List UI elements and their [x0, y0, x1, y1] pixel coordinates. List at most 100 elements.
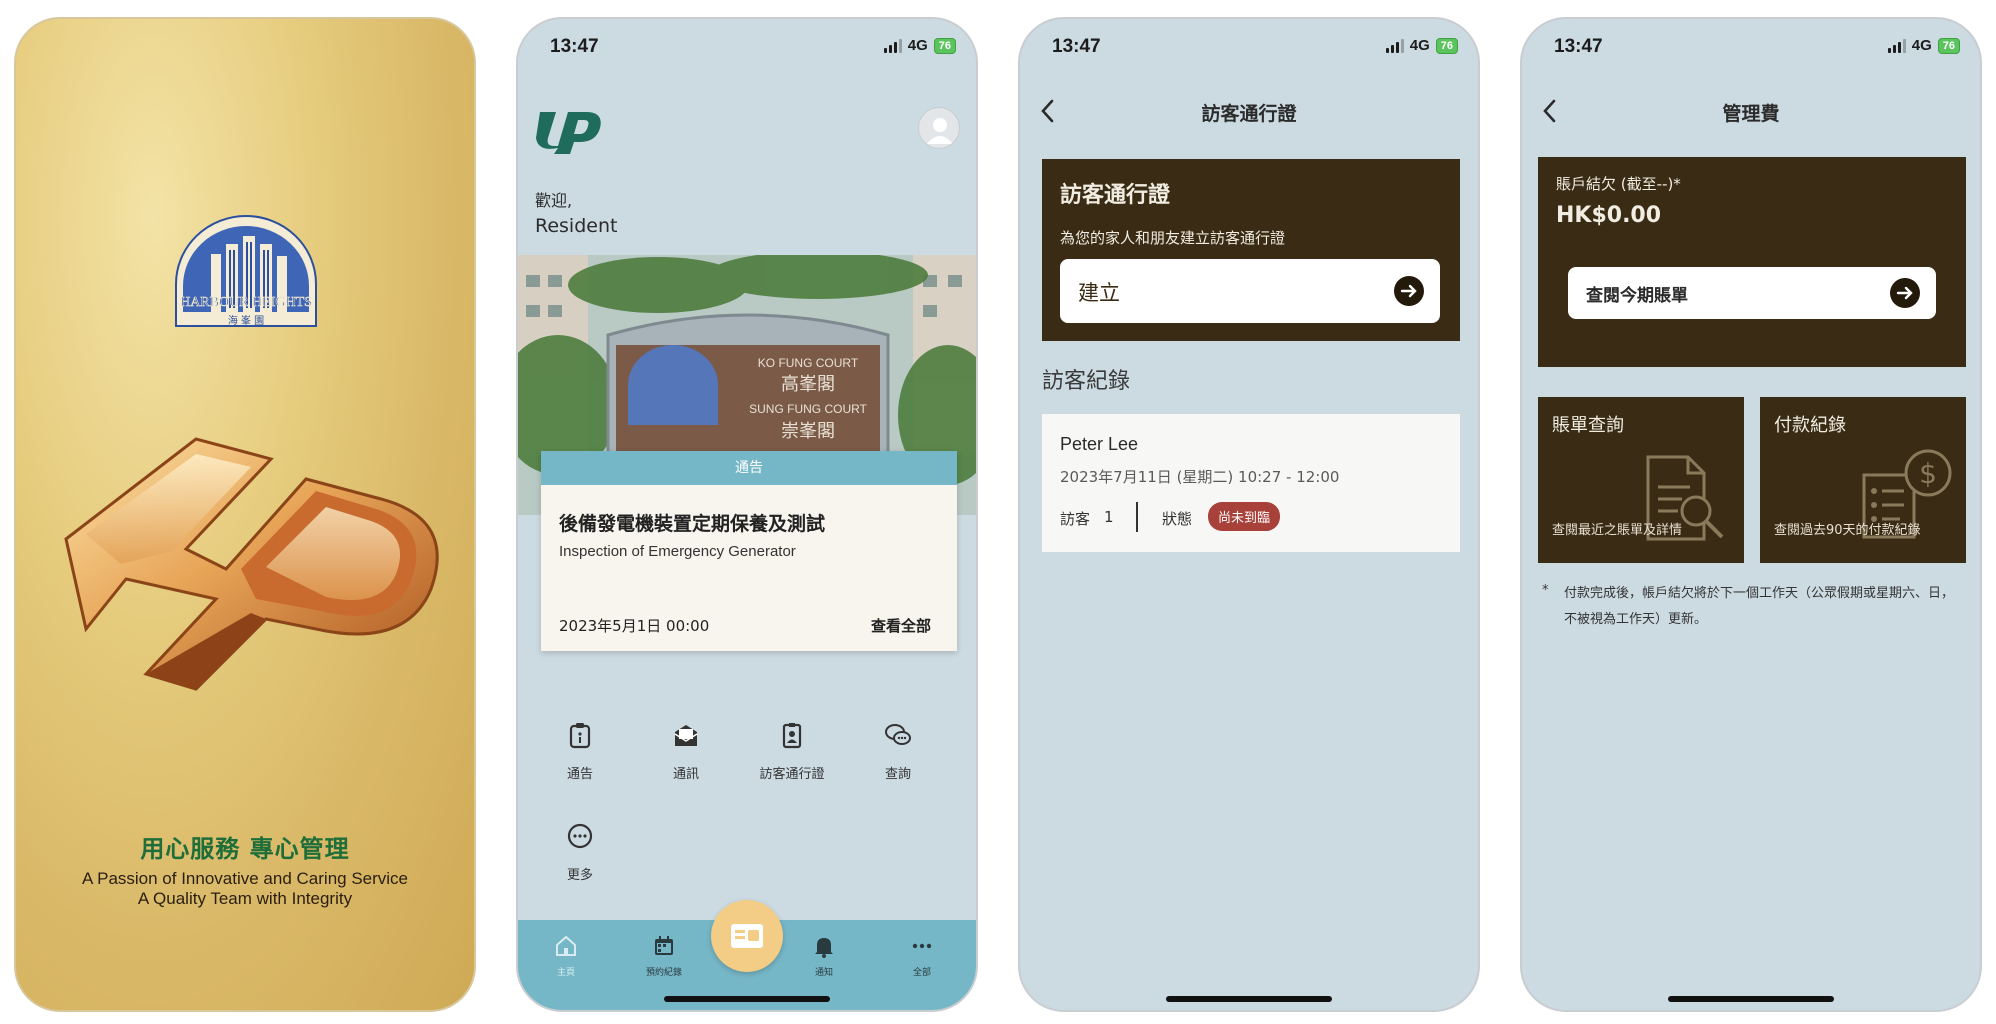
- signal-icon: [1887, 38, 1906, 53]
- menu-item-communications[interactable]: 通訊: [646, 721, 726, 782]
- bill-query-title: 賬單查詢: [1552, 415, 1624, 436]
- slogan-english-line1: A Passion of Innovative and Caring Servi…: [81, 869, 409, 888]
- network-label: 4G: [1409, 37, 1430, 54]
- signal-icon: [1385, 38, 1404, 53]
- avatar[interactable]: [918, 107, 960, 149]
- network-label: 4G: [1911, 37, 1932, 54]
- user-icon: [927, 118, 953, 144]
- balance-card: 賬戶結欠 (截至--)* HK$0.00 查閱今期賬單: [1538, 157, 1966, 367]
- payment-record-title: 付款紀錄: [1774, 415, 1846, 436]
- arrow-right-icon: [1394, 276, 1424, 306]
- status-time: 13:47: [550, 36, 599, 57]
- svg-text:$: $: [1919, 457, 1937, 490]
- menu-item-visitor-pass[interactable]: 訪客通行證: [752, 721, 832, 782]
- id-card-icon: [731, 924, 763, 948]
- harbour-heights-logo: HARBOUR HEIGHTS 海 峯 園: [175, 215, 317, 327]
- tab-label-bookings: 預約紀錄: [645, 968, 682, 978]
- calendar-icon: [655, 936, 673, 955]
- create-pass-desc: 為您的家人和朋友建立訪客通行證: [1060, 229, 1286, 247]
- notice-date: 2023年5月1日 00:00: [559, 617, 710, 635]
- menu-label-more: 更多: [566, 868, 593, 883]
- payment-record-card[interactable]: 付款紀錄 $ 查閱過去90天的付款紀錄: [1760, 397, 1966, 563]
- balance-value: HK$0.00: [1556, 203, 1662, 228]
- home-screen: 13:47 4G 76 歡迎, Resident KO FUNG COURT 高…: [516, 17, 978, 1012]
- status-time: 13:47: [1052, 36, 1101, 57]
- balance-label: 賬戶結欠 (截至--)*: [1556, 175, 1681, 193]
- menu-label-enquiry: 查詢: [884, 767, 911, 782]
- member-card-button[interactable]: [711, 900, 783, 972]
- tab-all[interactable]: 全部: [892, 934, 952, 978]
- visitor-records-title: 訪客紀錄: [1042, 369, 1131, 394]
- create-pass-card: 訪客通行證 為您的家人和朋友建立訪客通行證 建立: [1042, 159, 1460, 341]
- bell-icon: [815, 938, 833, 958]
- view-bill-button[interactable]: 查閱今期賬單: [1568, 267, 1936, 319]
- battery-icon: 76: [933, 37, 956, 54]
- management-fee-screen: 13:47 4G 76 管理費 賬戶結欠 (截至--)* HK$0.00 查閱今…: [1520, 17, 1982, 1012]
- status-indicators: 4G 76: [883, 37, 956, 54]
- user-name: Resident: [535, 215, 618, 237]
- menu-item-more[interactable]: 更多: [540, 822, 620, 883]
- tab-home[interactable]: 主頁: [536, 934, 596, 978]
- clipboard-notice-icon: [569, 723, 591, 749]
- create-pass-title: 訪客通行證: [1060, 183, 1171, 208]
- network-label: 4G: [907, 37, 928, 54]
- view-bill-label: 查閱今期賬單: [1586, 286, 1688, 306]
- record-divider: [1136, 502, 1138, 532]
- tab-label-all: 全部: [912, 968, 931, 978]
- home-indicator: [1166, 996, 1332, 1002]
- sign-line-4: 崇峯閣: [781, 421, 835, 442]
- battery-icon: 76: [1937, 37, 1960, 54]
- notice-subtitle: Inspection of Emergency Generator: [559, 543, 796, 560]
- sign-line-1: KO FUNG COURT: [758, 356, 859, 370]
- welcome-text: 歡迎,: [535, 191, 573, 210]
- view-all-link[interactable]: 查看全部: [871, 615, 931, 636]
- slogan-chinese: 用心服務 專心管理: [140, 835, 350, 863]
- record-visitors-label: 訪客: [1060, 510, 1091, 528]
- up-logo: [536, 112, 601, 154]
- notice-title: 後備發電機裝置定期保養及測試: [559, 513, 826, 535]
- tab-label-notifications: 通知: [814, 968, 833, 978]
- tab-label-home: 主頁: [556, 968, 575, 978]
- payment-record-desc: 查閱過去90天的付款紀錄: [1774, 523, 1921, 538]
- bill-query-desc: 查閱最近之賬單及詳情: [1552, 523, 1683, 538]
- status-indicators: 4G 76: [1887, 37, 1960, 54]
- arrow-right-icon: [1890, 278, 1920, 308]
- signal-icon: [883, 38, 902, 53]
- menu-item-notices[interactable]: 通告: [540, 721, 620, 782]
- record-status-label: 狀態: [1162, 510, 1193, 528]
- notice-card[interactable]: 通告 後備發電機裝置定期保養及測試 Inspection of Emergenc…: [541, 451, 957, 651]
- menu-label-notices: 通告: [566, 767, 593, 782]
- more-circle-icon: [567, 823, 593, 849]
- chat-bubbles-icon: [885, 724, 911, 745]
- create-pass-label: 建立: [1078, 281, 1120, 305]
- splash-arch-label: HARBOUR HEIGHTS: [180, 295, 312, 310]
- tab-bookings[interactable]: 預約紀錄: [634, 934, 694, 978]
- visitor-pass-screen: 13:47 4G 76 訪客通行證 訪客通行證 為您的家人和朋友建立訪客通行證 …: [1018, 17, 1480, 1012]
- page-title: 訪客通行證: [1201, 103, 1297, 125]
- record-visitors-count: 1: [1104, 508, 1114, 526]
- slogan-english-line2: A Quality Team with Integrity: [137, 889, 353, 908]
- sign-line-3: SUNG FUNG COURT: [749, 402, 867, 416]
- visitor-record-card[interactable]: Peter Lee 2023年7月11日 (星期二) 10:27 - 12:00…: [1042, 414, 1460, 552]
- status-indicators: 4G 76: [1385, 37, 1458, 54]
- home-indicator: [1668, 996, 1834, 1002]
- splash-screen: HARBOUR HEIGHTS 海 峯 園 用心服務 專心管理 A Passio…: [14, 17, 476, 1012]
- create-pass-button[interactable]: 建立: [1060, 259, 1440, 323]
- bill-query-card[interactable]: 賬單查詢 查閱最近之賬單及詳情: [1538, 397, 1744, 563]
- footnote-mark: *: [1542, 583, 1549, 598]
- home-icon: [556, 935, 576, 956]
- status-time: 13:47: [1554, 36, 1603, 57]
- menu-label-visitor-pass: 訪客通行證: [759, 767, 825, 782]
- tab-notifications[interactable]: 通知: [794, 934, 854, 978]
- battery-icon: 76: [1435, 37, 1458, 54]
- visitor-badge-icon: [782, 723, 802, 749]
- notice-header: 通告: [541, 451, 957, 485]
- menu-item-enquiry[interactable]: 查詢: [858, 721, 938, 782]
- up-3d-logo: [64, 437, 439, 691]
- payment-footnote: 付款完成後，帳戶結欠將於下一個工作天（公眾假期或星期六、日，不被視為工作天）更新…: [1564, 586, 1955, 627]
- splash-arch-label-cn: 海 峯 園: [228, 314, 264, 327]
- home-indicator: [664, 996, 830, 1002]
- status-badge: 尚未到臨: [1208, 502, 1281, 531]
- record-visitor-name: Peter Lee: [1060, 434, 1139, 454]
- menu-label-communications: 通訊: [672, 767, 699, 782]
